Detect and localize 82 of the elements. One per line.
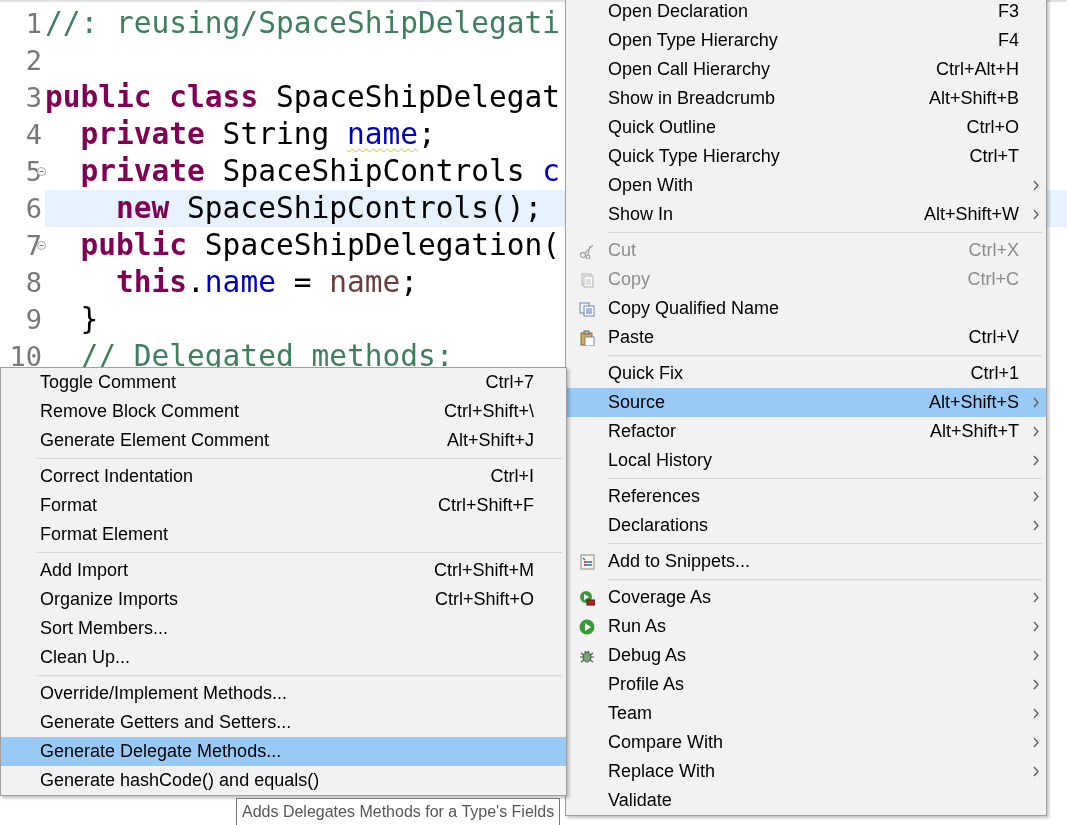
menu-item[interactable]: Local History [566, 446, 1046, 475]
code-line: //: reusing/SpaceShipDelegati [45, 6, 561, 40]
menu-item[interactable]: Open Type Hierarchy F4 [566, 26, 1046, 55]
menu-item[interactable]: Quick Type Hierarchy Ctrl+T [566, 142, 1046, 171]
line-number: 9 [25, 303, 43, 337]
scissors-icon [579, 242, 595, 259]
keyboard-shortcut: Ctrl+7 [485, 371, 535, 394]
menu-item[interactable]: Open With [566, 171, 1046, 200]
keyboard-shortcut: Ctrl+Shift+M [433, 559, 535, 582]
menu-item[interactable]: Format Element [1, 520, 566, 549]
keyboard-shortcut: Alt+Shift+T [929, 420, 1020, 443]
keyboard-shortcut: Ctrl+O [966, 116, 1020, 139]
line-number: 4 [25, 118, 43, 152]
code-line: } [79, 302, 99, 336]
line-number: 2 [25, 44, 43, 78]
menu-item[interactable]: Show in Breadcrumb Alt+Shift+B [566, 84, 1046, 113]
snippet-icon [579, 553, 595, 570]
keyboard-shortcut: Alt+Shift+S [928, 391, 1020, 414]
keyboard-shortcut: Ctrl+C [967, 268, 1020, 291]
menu-item[interactable]: Copy Qualified Name [566, 294, 1046, 323]
menu-item[interactable]: Add Import Ctrl+Shift+M [1, 556, 566, 585]
keyboard-shortcut: Alt+Shift+B [928, 87, 1020, 110]
menu-item[interactable]: Organize Imports Ctrl+Shift+O [1, 585, 566, 614]
menu-item[interactable]: Replace With [566, 757, 1046, 786]
keyboard-shortcut: Ctrl+T [969, 145, 1020, 168]
copy-name-icon [579, 300, 595, 317]
code-line: new SpaceShipControls(); [115, 191, 543, 225]
menu-item[interactable]: Refactor Alt+Shift+T [566, 417, 1046, 446]
keyboard-shortcut: Ctrl+X [968, 239, 1020, 262]
menu-item[interactable]: References [566, 482, 1046, 511]
menu-item[interactable]: Generate Delegate Methods... [1, 737, 566, 766]
menu-item[interactable]: Generate hashCode() and equals() [1, 766, 566, 795]
run-icon [579, 618, 595, 635]
tooltip: Adds Delegates Methods for a Type's Fields [236, 798, 561, 825]
keyboard-shortcut: Ctrl+Shift+\ [443, 400, 535, 423]
menu-item[interactable]: Paste Ctrl+V [566, 323, 1046, 352]
menu-item[interactable]: Remove Block Comment Ctrl+Shift+\ [1, 397, 566, 426]
coverage-icon [579, 589, 595, 606]
keyboard-shortcut: Ctrl+1 [970, 362, 1020, 385]
keyboard-shortcut: Alt+Shift+J [446, 429, 535, 452]
menu-item[interactable]: Clean Up... [1, 643, 566, 672]
menu-item[interactable]: Debug As [566, 641, 1046, 670]
menu-item[interactable]: Profile As [566, 670, 1046, 699]
line-number: 1 [25, 7, 43, 41]
menu-item[interactable]: Coverage As [566, 583, 1046, 612]
menu-item[interactable]: Validate [566, 786, 1046, 815]
menu-item[interactable]: Quick Outline Ctrl+O [566, 113, 1046, 142]
line-number: 7 [25, 229, 43, 263]
menu-item[interactable]: Sort Members... [1, 614, 566, 643]
menu-item[interactable]: Format Ctrl+Shift+F [1, 491, 566, 520]
keyboard-shortcut: Ctrl+Shift+O [434, 588, 535, 611]
menu-item[interactable]: Show In Alt+Shift+W [566, 200, 1046, 229]
line-number: 6 [25, 192, 43, 226]
menu-item[interactable]: Run As [566, 612, 1046, 641]
code-line: this.name = name; [115, 265, 418, 299]
menu-item[interactable]: Team [566, 699, 1046, 728]
menu-item[interactable]: Compare With [566, 728, 1046, 757]
keyboard-shortcut: Ctrl+Shift+F [437, 494, 535, 517]
menu-item[interactable]: Open Declaration F3 [566, 0, 1046, 26]
code-line: public SpaceShipDelegation( [79, 228, 561, 262]
keyboard-shortcut: Alt+Shift+W [923, 203, 1020, 226]
menu-item[interactable]: Generate Getters and Setters... [1, 708, 566, 737]
keyboard-shortcut: Ctrl+Alt+H [935, 58, 1020, 81]
menu-item[interactable]: Generate Element Comment Alt+Shift+J [1, 426, 566, 455]
menu-item[interactable]: Correct Indentation Ctrl+I [1, 462, 566, 491]
paste-icon [579, 329, 595, 346]
line-number: 8 [25, 266, 43, 300]
keyboard-shortcut: Ctrl+V [968, 326, 1020, 349]
menu-item[interactable]: Quick Fix Ctrl+1 [566, 359, 1046, 388]
keyboard-shortcut: F3 [998, 0, 1020, 23]
code-line: private SpaceShipControls c [79, 154, 561, 188]
menu-item[interactable]: Declarations [566, 511, 1046, 540]
menu-item[interactable]: Open Call Hierarchy Ctrl+Alt+H [566, 55, 1046, 84]
code-line: private String name; [79, 117, 436, 151]
menu-item[interactable]: Override/Implement Methods... [1, 679, 566, 708]
code-line: public class SpaceShipDelegat [45, 80, 561, 114]
keyboard-shortcut: F4 [998, 29, 1020, 52]
copy-icon [579, 271, 595, 288]
keyboard-shortcut: Ctrl+I [490, 465, 535, 488]
menu-item[interactable]: Source Alt+Shift+S [566, 388, 1046, 417]
line-number: 3 [25, 81, 43, 115]
menu-item[interactable]: Add to Snippets... [566, 547, 1046, 576]
